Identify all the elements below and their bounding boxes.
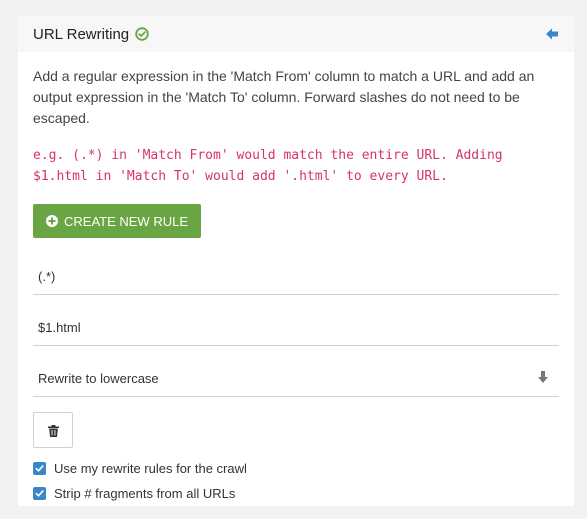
use-rewrite-rules-label: Use my rewrite rules for the crawl: [54, 461, 247, 476]
use-rewrite-rules-option[interactable]: Use my rewrite rules for the crawl: [33, 461, 559, 476]
match-to-input[interactable]: [38, 320, 518, 335]
panel-title: URL Rewriting: [33, 25, 130, 43]
use-rewrite-rules-checkbox[interactable]: [33, 462, 46, 475]
strip-fragments-option[interactable]: Strip # fragments from all URLs: [33, 486, 559, 501]
arrow-down-icon: [537, 370, 549, 384]
header-left: URL Rewriting: [33, 26, 149, 43]
description-text: Add a regular expression in the 'Match F…: [33, 68, 535, 126]
rewrite-option-select[interactable]: Rewrite to lowercase: [33, 346, 559, 397]
rule-fields: Rewrite to lowercase: [33, 244, 559, 397]
delete-rule-button[interactable]: [33, 412, 73, 448]
create-new-rule-button[interactable]: CREATE NEW RULE: [33, 204, 201, 238]
match-from-field: [33, 244, 559, 295]
match-from-input[interactable]: [38, 269, 518, 284]
arrow-left-icon[interactable]: [544, 26, 560, 42]
panel-header: URL Rewriting: [18, 16, 574, 52]
strip-fragments-label: Strip # fragments from all URLs: [54, 486, 236, 501]
panel-body: Add a regular expression in the 'Match F…: [18, 52, 574, 501]
trash-icon: [47, 424, 59, 437]
check-circle-icon: [135, 27, 149, 41]
example-text: e.g. (.*) in 'Match From' would match th…: [33, 148, 511, 184]
match-to-field: [33, 295, 559, 346]
create-new-rule-label: CREATE NEW RULE: [64, 213, 188, 229]
rewrite-option-value: Rewrite to lowercase: [38, 371, 159, 386]
url-rewriting-panel: URL Rewriting Add a regular expression i…: [18, 16, 574, 506]
strip-fragments-checkbox[interactable]: [33, 487, 46, 500]
plus-circle-icon: [46, 215, 58, 227]
